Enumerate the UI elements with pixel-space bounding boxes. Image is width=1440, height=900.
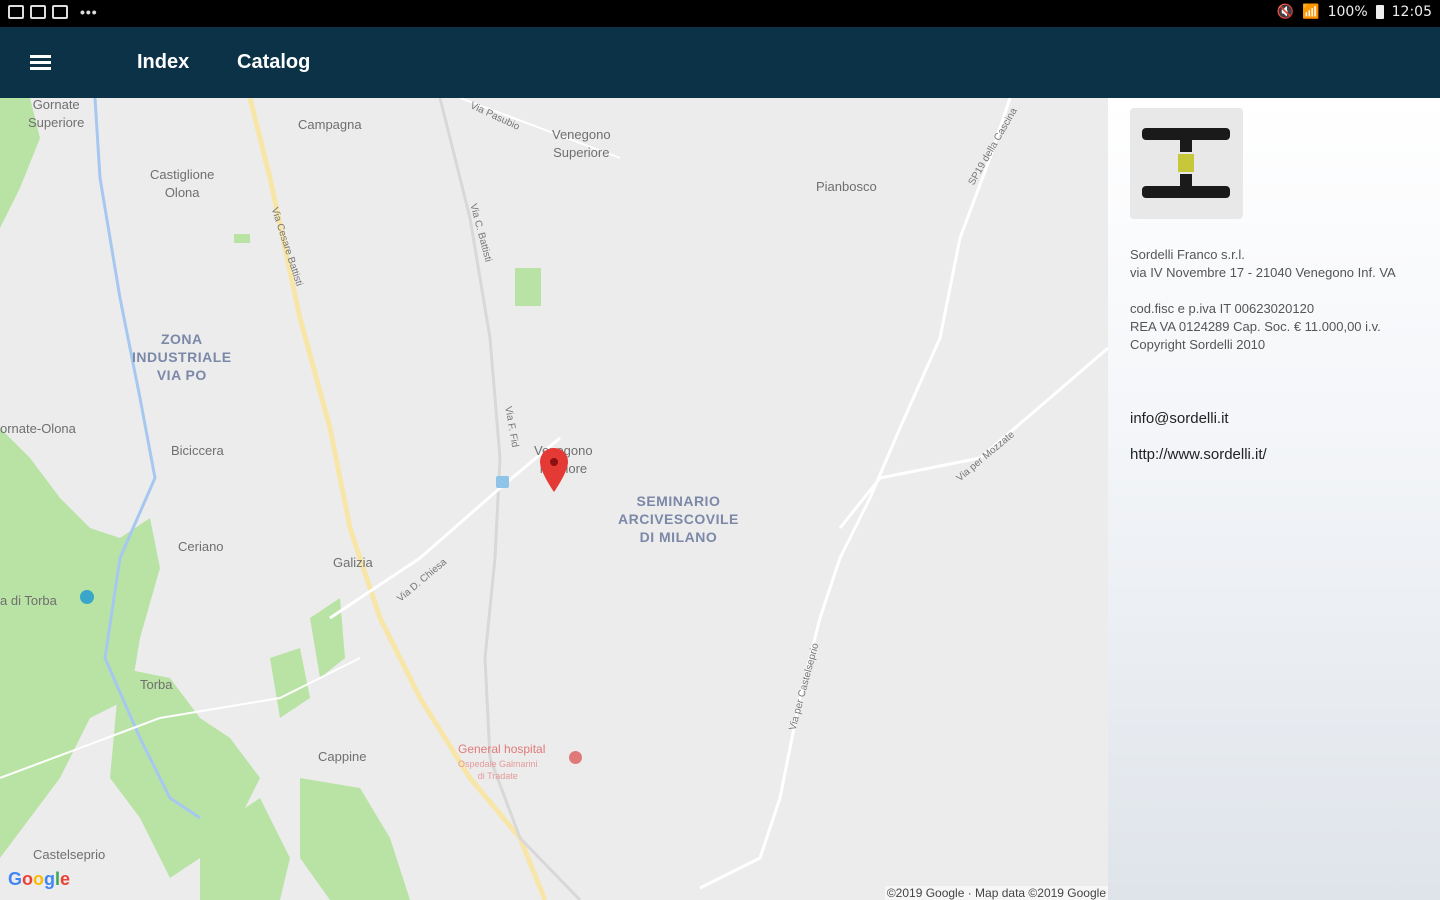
label-pianbosco: Pianbosco (816, 179, 877, 194)
logo-letter: o (33, 869, 45, 889)
label-text: ZONA INDUSTRIALE VIA PO (132, 331, 232, 383)
nav-catalog[interactable]: Catalog (237, 51, 310, 74)
mail-icon (30, 5, 46, 19)
label-text: SEMINARIO ARCIVESCOVILE DI MILANO (618, 493, 739, 545)
map-attribution[interactable]: ©2019 Google · Map data ©2019 Google (884, 886, 1108, 900)
company-name: Sordelli Franco s.r.l. (1130, 247, 1245, 262)
label-campagna: Campagna (298, 117, 362, 132)
map-graphics (0, 98, 1108, 900)
label-seminario: SEMINARIO ARCIVESCOVILE DI MILANO (618, 492, 739, 546)
logo-letter: g (44, 869, 56, 889)
label-venegono-superiore: Venegono Superiore (552, 126, 611, 162)
hospital-pin-icon[interactable] (569, 751, 582, 764)
logo-graphic (1142, 128, 1230, 198)
label-text: Venegono Superiore (552, 127, 611, 160)
info-sidebar: Sordelli Franco s.r.l. via IV Novembre 1… (1108, 98, 1440, 900)
place-pin-icon[interactable] (80, 590, 94, 604)
label-text: Ospedale Galmarini di Tradate (458, 759, 538, 781)
clock: 12:05 (1391, 4, 1432, 20)
hamburger-icon[interactable] (30, 55, 51, 71)
label-zona-industriale: ZONA INDUSTRIALE VIA PO (132, 330, 232, 384)
label-gornate-superiore: Gornate Superiore (28, 98, 84, 132)
app-bar: Index Catalog (0, 27, 1440, 98)
label-castiglione-olona: Castiglione Olona (150, 166, 214, 202)
label-ceriano: Ceriano (178, 539, 224, 554)
map-view[interactable]: Gornate Superiore Campagna Venegono Supe… (0, 98, 1108, 900)
battery-percent: 100% (1327, 4, 1368, 20)
website-link[interactable]: http://www.sordelli.it/ (1130, 446, 1267, 463)
label-torba-place: a di Torba (0, 593, 57, 608)
status-bar: ••• 🔇 📶 100% 12:05 (0, 0, 1440, 27)
signal-icon: 📶 (1302, 4, 1320, 20)
status-right: 🔇 📶 100% 12:05 (1277, 4, 1432, 20)
label-hospital: General hospital (458, 742, 546, 756)
gallery-icon (8, 5, 24, 19)
map-pin-icon[interactable] (540, 448, 568, 492)
copyright: Copyright Sordelli 2010 (1130, 337, 1266, 352)
label-galizia: Galizia (333, 555, 373, 570)
mute-icon: 🔇 (1276, 4, 1295, 20)
battery-icon (1375, 5, 1384, 19)
rea-info: REA VA 0124289 Cap. Soc. € 11.000,00 i.v… (1130, 319, 1381, 334)
company-legal-block: cod.fisc e p.iva IT 00623020120 REA VA 0… (1130, 300, 1435, 354)
logo-letter: G (8, 869, 23, 889)
nav-index[interactable]: Index (137, 51, 189, 74)
label-text: Castiglione Olona (150, 167, 215, 200)
label-hospital-sub: Ospedale Galmarini di Tradate (458, 758, 538, 782)
logo-letter: e (60, 869, 71, 889)
company-logo[interactable] (1130, 108, 1243, 219)
label-castelseprio: Castelseprio (33, 847, 106, 862)
email-link[interactable]: info@sordelli.it (1130, 410, 1229, 427)
more-icon: ••• (80, 4, 98, 20)
fiscal-code: cod.fisc e p.iva IT 00623020120 (1130, 301, 1315, 316)
label-torba: Torba (140, 677, 173, 692)
image-icon (52, 5, 68, 19)
label-text: Gornate Superiore (28, 98, 85, 130)
company-address: via IV Novembre 17 - 21040 Venegono Inf.… (1130, 265, 1396, 280)
status-left-icons: ••• (8, 5, 98, 19)
label-gornate-olona: ornate-Olona (0, 421, 76, 436)
train-station-icon[interactable] (496, 476, 509, 488)
google-logo[interactable]: Google (8, 869, 70, 890)
label-biciccera: Biciccera (171, 443, 224, 458)
company-address-block: Sordelli Franco s.r.l. via IV Novembre 1… (1130, 246, 1435, 282)
logo-letter: o (22, 869, 34, 889)
label-cappine: Cappine (318, 749, 367, 764)
company-info: Sordelli Franco s.r.l. via IV Novembre 1… (1130, 246, 1435, 372)
